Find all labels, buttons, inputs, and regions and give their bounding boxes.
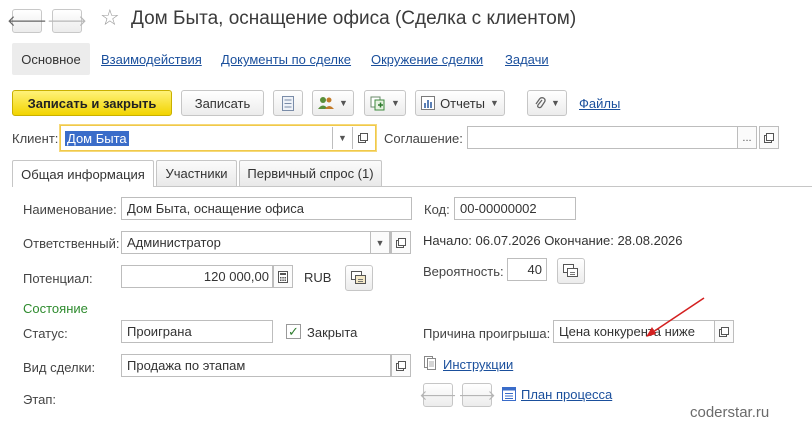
currency-label: RUB	[304, 270, 332, 285]
arrow-right-icon: 🡒	[458, 386, 496, 403]
open-window-icon	[396, 360, 406, 371]
annotation-arrow-icon	[646, 297, 705, 337]
open-window-icon	[719, 326, 729, 337]
watermark: coderstar.ru	[690, 404, 770, 421]
dropdown-caret-icon: ▼	[490, 98, 499, 108]
open-window-icon	[764, 132, 774, 143]
open-window-icon	[396, 237, 406, 248]
arrow-left-icon: 🡐	[419, 386, 457, 403]
paperclip-icon	[535, 96, 546, 108]
deal-dates: Начало: 06.07.2026 Окончание: 28.08.2026	[423, 233, 683, 248]
calculator-button[interactable]	[273, 265, 293, 288]
name-input[interactable]: Дом Быта, оснащение офиса	[121, 197, 412, 220]
potential-label: Потенциал:	[23, 271, 93, 286]
arrow-left-icon: 🡐	[6, 12, 48, 30]
reports-label: Отчеты	[440, 95, 485, 111]
calculator-icon	[278, 270, 288, 283]
people-icon	[318, 97, 335, 109]
client-label: Клиент:	[12, 131, 59, 146]
previous-stage-button[interactable]: 🡐	[419, 383, 457, 407]
open-window-icon	[357, 133, 368, 143]
process-plan-icon	[502, 387, 516, 401]
chevron-down-icon: ▼	[338, 133, 347, 143]
arrow-right-icon: 🡒	[46, 12, 88, 30]
report-icon	[421, 96, 436, 110]
currency-settings-button[interactable]	[345, 265, 373, 291]
responsible-input[interactable]: Администратор	[121, 231, 391, 254]
window-title: Дом Быта, оснащение офиса (Сделка с клие…	[131, 8, 577, 29]
status-label: Статус:	[23, 326, 68, 341]
tab-primary-demand[interactable]: Первичный спрос (1)	[239, 160, 382, 186]
probability-input[interactable]: 40	[507, 258, 547, 281]
state-section-header: Состояние	[23, 301, 88, 316]
nav-deal-documents[interactable]: Документы по сделке	[221, 52, 351, 67]
agreement-label: Соглашение:	[384, 131, 463, 146]
closed-checkbox[interactable]: ✓	[286, 324, 301, 339]
agreement-input[interactable]	[467, 126, 757, 149]
potential-input[interactable]: 120 000,00	[121, 265, 273, 288]
agreement-select-button[interactable]: ...	[737, 126, 757, 149]
client-open-button[interactable]	[352, 127, 372, 149]
tab-general-info[interactable]: Общая информация	[12, 160, 154, 187]
deal-type-open-button[interactable]	[391, 354, 411, 377]
instructions-icon	[424, 356, 436, 370]
nav-interactions[interactable]: Взаимодействия	[101, 52, 202, 67]
client-input[interactable]: Дом Быта	[60, 125, 376, 151]
reports-button[interactable]: Отчеты ▼	[415, 90, 505, 116]
responsible-dropdown-button[interactable]: ▼	[370, 231, 390, 254]
deal-type-label: Вид сделки:	[23, 360, 96, 375]
code-label: Код:	[424, 202, 450, 217]
name-label: Наименование:	[23, 202, 117, 217]
loss-reason-label: Причина проигрыша:	[423, 326, 551, 341]
deal-type-input[interactable]: Продажа по этапам	[121, 354, 391, 377]
save-button[interactable]: Записать	[181, 90, 264, 116]
probability-scale-button[interactable]	[557, 258, 585, 284]
responsible-open-button[interactable]	[391, 231, 411, 254]
chevron-down-icon: ▼	[375, 237, 385, 248]
attachments-button[interactable]: ▼	[527, 90, 567, 116]
probability-label: Вероятность:	[423, 264, 504, 279]
dropdown-caret-icon: ▼	[339, 98, 348, 108]
tab-participants[interactable]: Участники	[156, 160, 237, 186]
list-button[interactable]	[273, 90, 303, 116]
status-input[interactable]: Проиграна	[121, 320, 273, 343]
dropdown-caret-icon: ▼	[551, 98, 560, 108]
responsible-label: Ответственный:	[23, 236, 120, 251]
client-value: Дом Быта	[65, 130, 129, 146]
currency-convert-icon	[351, 271, 366, 284]
create-document-icon	[370, 96, 385, 110]
nav-tasks[interactable]: Задачи	[505, 52, 549, 67]
checkmark-icon: ✓	[288, 324, 299, 339]
files-link[interactable]: Файлы	[579, 96, 620, 111]
favorite-star-icon[interactable]: ☆	[100, 7, 120, 29]
save-and-close-button[interactable]: Записать и закрыть	[12, 90, 172, 116]
nav-deal-environment[interactable]: Окружение сделки	[371, 52, 483, 67]
client-dropdown-button[interactable]: ▼	[332, 127, 352, 149]
closed-label: Закрыта	[307, 325, 358, 340]
create-based-on-button[interactable]: ▼	[364, 90, 406, 116]
agreement-open-button[interactable]	[759, 126, 779, 149]
ellipsis-icon: ...	[742, 131, 752, 144]
code-input[interactable]: 00-00000002	[454, 197, 576, 220]
forward-button[interactable]: 🡒	[47, 9, 87, 33]
stage-label: Этап:	[23, 392, 57, 407]
process-plan-link[interactable]: План процесса	[521, 387, 612, 402]
next-stage-button[interactable]: 🡒	[458, 383, 496, 407]
loss-reason-open-button[interactable]	[714, 320, 734, 343]
nav-main[interactable]: Основное	[12, 43, 90, 75]
scales-icon	[563, 264, 578, 277]
dropdown-caret-icon: ▼	[391, 98, 400, 108]
instructions-link[interactable]: Инструкции	[443, 357, 513, 372]
back-button[interactable]: 🡐	[7, 9, 47, 33]
list-icon	[282, 95, 294, 111]
participants-menu-button[interactable]: ▼	[312, 90, 354, 116]
